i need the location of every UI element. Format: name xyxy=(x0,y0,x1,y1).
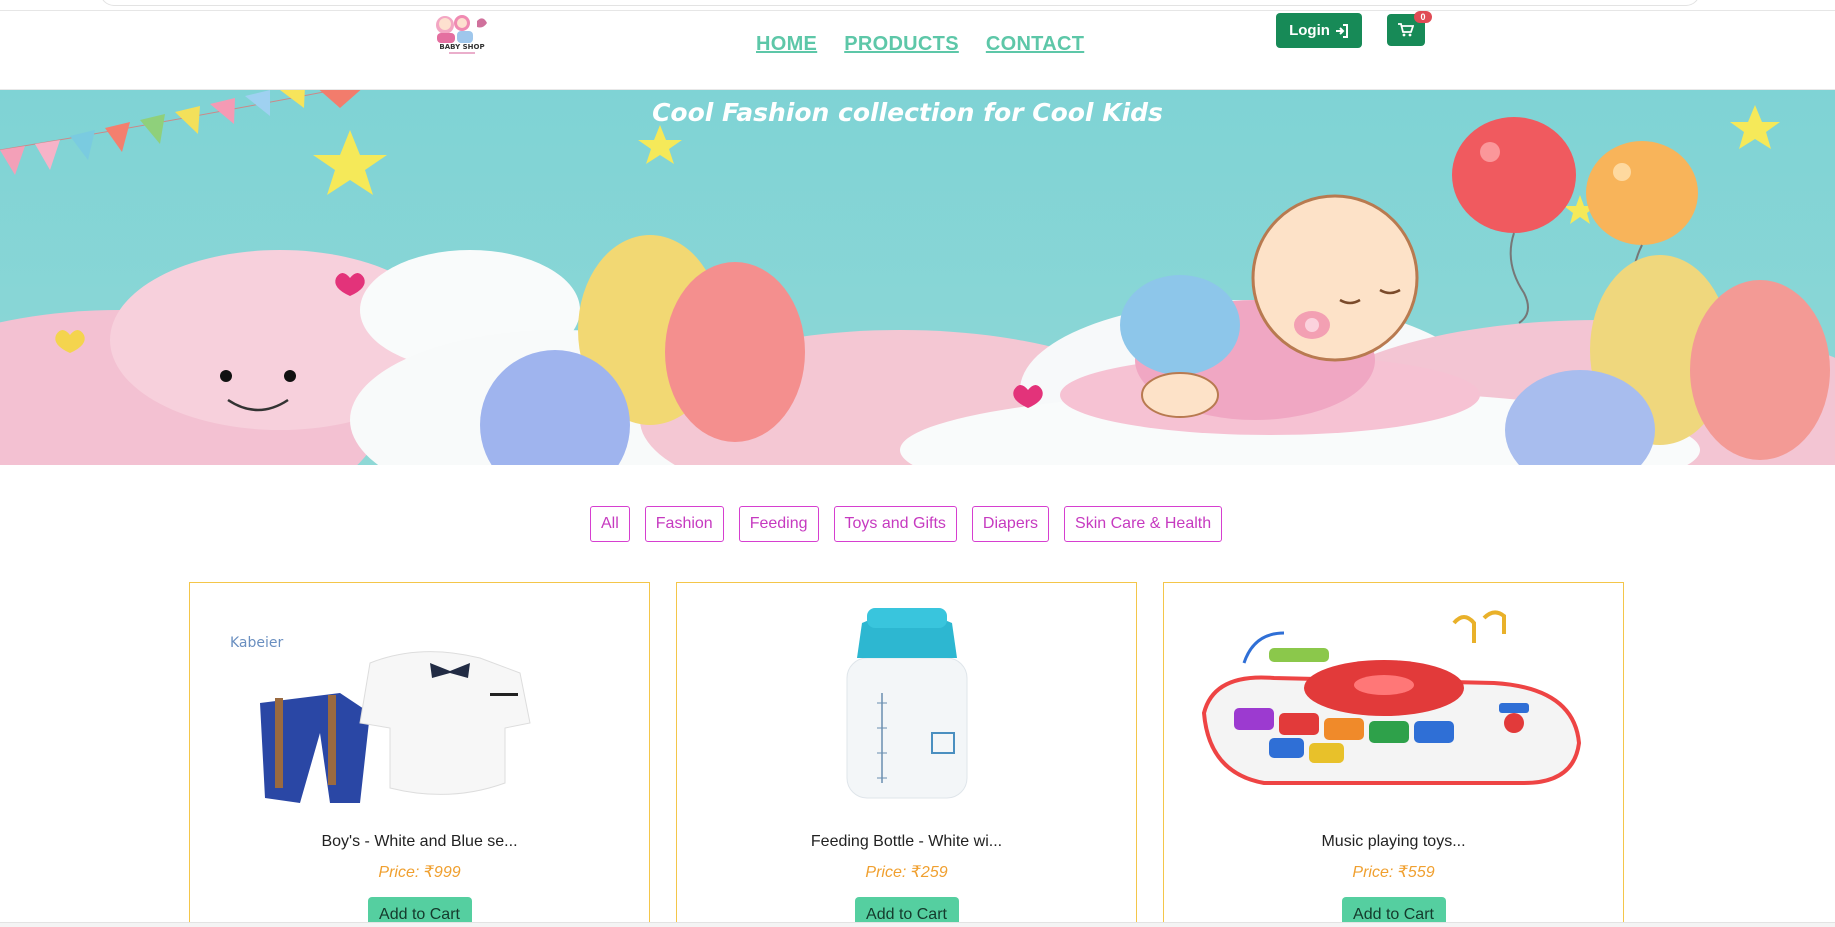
browser-top-strip xyxy=(0,0,1835,11)
feeding-bottle-image[interactable] xyxy=(707,603,1107,803)
banner-title: Cool Fashion collection for Cool Kids xyxy=(652,98,1163,127)
login-button[interactable]: Login xyxy=(1276,13,1362,48)
banner-illustration xyxy=(0,90,1835,465)
svg-text:Kabeier: Kabeier xyxy=(230,635,284,651)
product-price: Price: ₹559 xyxy=(1352,864,1435,881)
page-bottom-edge xyxy=(0,922,1835,927)
category-filters: All Fashion Feeding Toys and Gifts Diape… xyxy=(590,506,1223,542)
cart-icon xyxy=(1398,23,1414,37)
logo-text: BABY SHOP xyxy=(439,43,484,51)
filter-fashion[interactable]: Fashion xyxy=(644,506,724,542)
nav-contact[interactable]: CONTACT xyxy=(986,33,1084,56)
site-header: BABY SHOP HOME PRODUCTS CONTACT Login 0 xyxy=(0,11,1835,90)
product-price: Price: ₹999 xyxy=(378,864,461,881)
music-toy-image[interactable] xyxy=(1194,603,1594,803)
baby-shop-logo-icon: BABY SHOP xyxy=(436,15,487,54)
login-label: Login xyxy=(1289,22,1330,39)
product-name[interactable]: Feeding Bottle - White wi... xyxy=(677,833,1136,851)
product-card[interactable]: Music playing toys... Price: ₹559 Add to… xyxy=(1163,582,1624,927)
nav-products[interactable]: PRODUCTS xyxy=(844,33,959,56)
product-grid: Kabeier Boy's - White and Blue se... Pri… xyxy=(189,582,1624,927)
cart-count-badge: 0 xyxy=(1414,11,1432,23)
boys-outfit-image[interactable]: Kabeier xyxy=(220,603,620,803)
logo[interactable]: BABY SHOP xyxy=(417,11,507,57)
product-card[interactable]: Feeding Bottle - White wi... Price: ₹259… xyxy=(676,582,1137,927)
filter-toys-and-gifts[interactable]: Toys and Gifts xyxy=(833,506,957,542)
product-name[interactable]: Boy's - White and Blue se... xyxy=(190,833,649,851)
filter-skin-care-health[interactable]: Skin Care & Health xyxy=(1064,506,1223,542)
main-nav: HOME PRODUCTS CONTACT xyxy=(756,33,1084,56)
filter-feeding[interactable]: Feeding xyxy=(738,506,819,542)
nav-home[interactable]: HOME xyxy=(756,33,817,56)
filter-diapers[interactable]: Diapers xyxy=(971,506,1050,542)
filter-all[interactable]: All xyxy=(590,506,630,542)
product-name[interactable]: Music playing toys... xyxy=(1164,833,1623,851)
sign-in-icon xyxy=(1335,23,1348,38)
product-card[interactable]: Kabeier Boy's - White and Blue se... Pri… xyxy=(189,582,650,927)
product-price: Price: ₹259 xyxy=(865,864,948,881)
hero-banner: Cool Fashion collection for Cool Kids xyxy=(0,90,1835,465)
page: BABY SHOP HOME PRODUCTS CONTACT Login 0 xyxy=(0,0,1835,927)
